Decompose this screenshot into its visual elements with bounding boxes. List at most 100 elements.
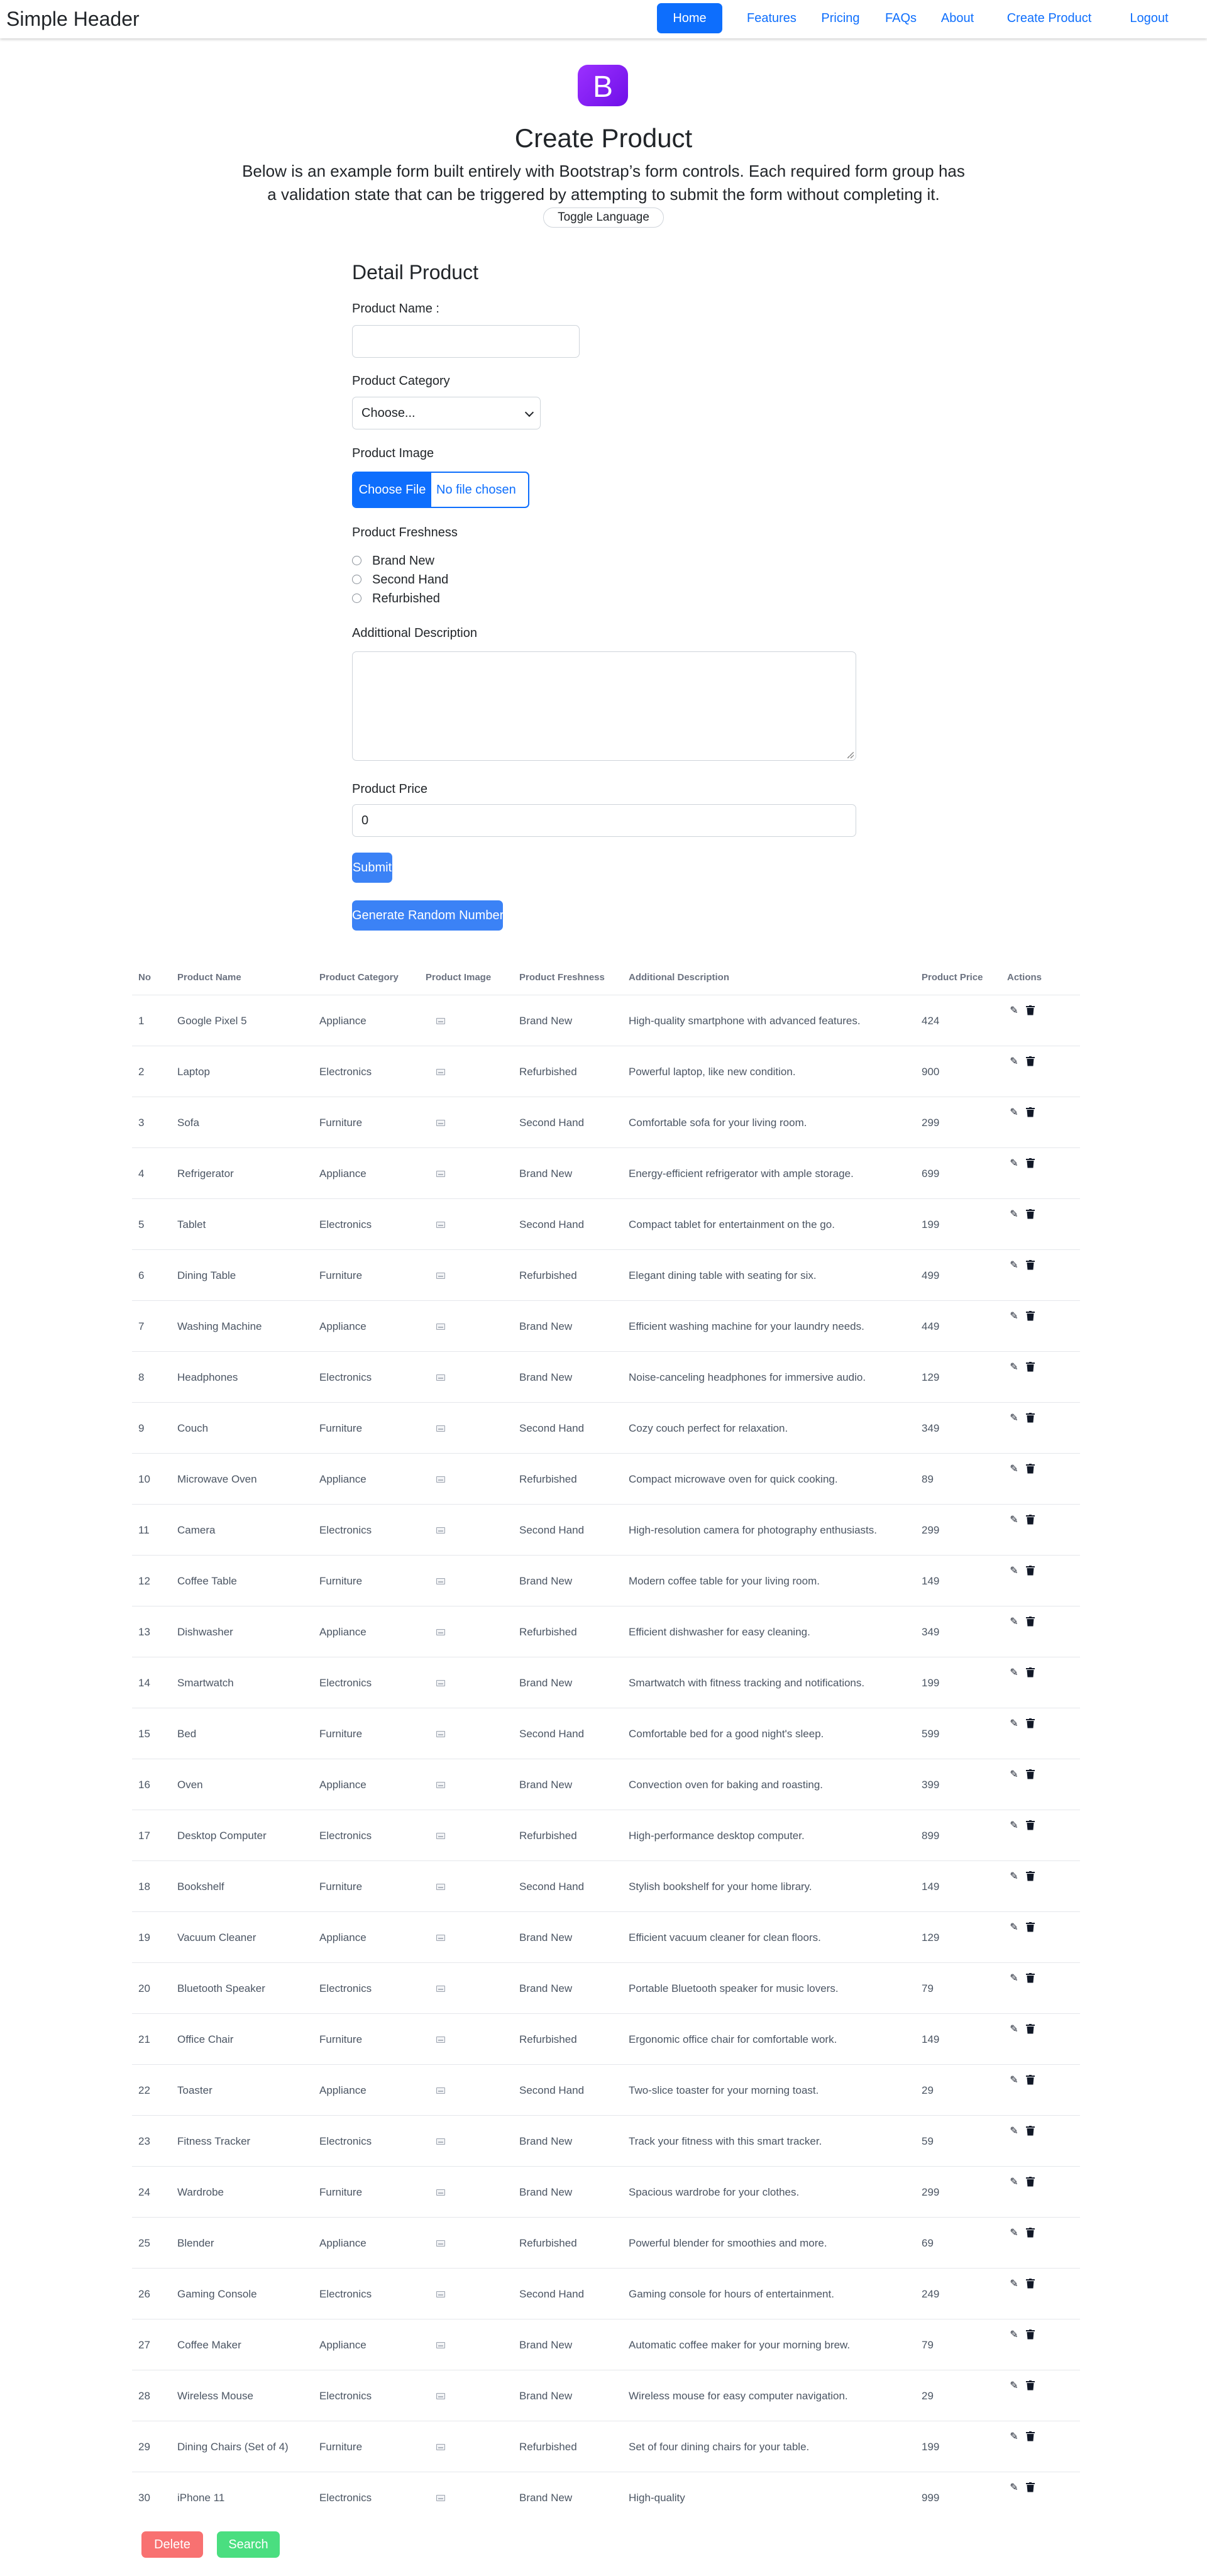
product-name-input[interactable] <box>352 325 580 358</box>
trash-icon[interactable] <box>1025 1158 1036 1169</box>
trash-icon[interactable] <box>1025 2024 1036 2035</box>
trash-icon[interactable] <box>1025 2126 1036 2137</box>
radio-circle[interactable] <box>352 575 361 584</box>
cell-product-name: Camera <box>177 1524 216 1536</box>
trash-icon[interactable] <box>1025 2431 1036 2443</box>
cell-product-price: 349 <box>922 1626 940 1638</box>
trash-icon[interactable] <box>1025 1311 1036 1322</box>
pencil-icon[interactable]: ✎ <box>1008 1260 1020 1271</box>
radio-circle[interactable] <box>352 594 361 603</box>
trash-icon[interactable] <box>1025 1107 1036 1119</box>
trash-icon[interactable] <box>1025 2279 1036 2290</box>
pencil-icon[interactable]: ✎ <box>1008 1566 1020 1577</box>
trash-icon[interactable] <box>1025 1820 1036 1832</box>
pencil-icon[interactable]: ✎ <box>1008 1107 1020 1119</box>
brand-title[interactable]: Simple Header <box>6 8 140 31</box>
pencil-icon[interactable]: ✎ <box>1008 1005 1020 1017</box>
nav-faqs[interactable]: FAQs <box>885 3 917 33</box>
cell-product-price: 699 <box>922 1168 940 1180</box>
pencil-icon[interactable]: ✎ <box>1008 2177 1020 2188</box>
pencil-icon[interactable]: ✎ <box>1008 2075 1020 2086</box>
pencil-icon[interactable]: ✎ <box>1008 1718 1020 1730</box>
nav-home[interactable]: Home <box>657 3 722 33</box>
pencil-icon[interactable]: ✎ <box>1008 2330 1020 2341</box>
trash-icon[interactable] <box>1025 1718 1036 1730</box>
pencil-icon[interactable]: ✎ <box>1008 2126 1020 2137</box>
nav-pricing[interactable]: Pricing <box>820 3 861 33</box>
cell-product-name: Dishwasher <box>177 1626 233 1638</box>
table-row: 20 Bluetooth Speaker Electronics Brand New P… <box>132 1962 1080 2013</box>
pencil-icon[interactable]: ✎ <box>1008 1667 1020 1679</box>
image-placeholder-icon <box>436 1731 445 1737</box>
pencil-icon[interactable]: ✎ <box>1008 1871 1020 1882</box>
pencil-icon[interactable]: ✎ <box>1008 1973 1020 1984</box>
cell-product-freshness: Brand New <box>519 2135 573 2147</box>
trash-icon[interactable] <box>1025 1260 1036 1271</box>
pencil-icon[interactable]: ✎ <box>1008 1464 1020 1475</box>
trash-icon[interactable] <box>1025 1362 1036 1373</box>
product-price-input[interactable]: 0 <box>352 804 856 837</box>
pencil-icon[interactable]: ✎ <box>1008 1922 1020 1933</box>
trash-icon[interactable] <box>1025 2075 1036 2086</box>
submit-button[interactable]: Submit <box>352 853 392 883</box>
choose-file-button[interactable]: Choose File <box>353 473 431 507</box>
pencil-icon[interactable]: ✎ <box>1008 1362 1020 1373</box>
cell-product-category: Electronics <box>319 1066 372 1078</box>
pencil-icon[interactable]: ✎ <box>1008 2431 1020 2443</box>
image-placeholder-icon <box>436 1578 445 1584</box>
product-category-select[interactable]: Choose... <box>352 397 541 429</box>
trash-icon[interactable] <box>1025 1413 1036 1424</box>
description-textarea[interactable] <box>352 651 856 761</box>
radio-circle[interactable] <box>352 556 361 565</box>
trash-icon[interactable] <box>1025 2380 1036 2392</box>
pencil-icon[interactable]: ✎ <box>1008 2279 1020 2290</box>
cell-product-category: Furniture <box>319 2441 363 2453</box>
trash-icon[interactable] <box>1025 1871 1036 1882</box>
cell-product-freshness: Brand New <box>519 1779 573 1791</box>
trash-icon[interactable] <box>1025 1566 1036 1577</box>
pencil-icon[interactable]: ✎ <box>1008 1413 1020 1424</box>
trash-icon[interactable] <box>1025 1922 1036 1933</box>
pencil-icon[interactable]: ✎ <box>1008 1056 1020 1068</box>
trash-icon[interactable] <box>1025 1005 1036 1017</box>
trash-icon[interactable] <box>1025 1515 1036 1526</box>
pencil-icon[interactable]: ✎ <box>1008 1769 1020 1781</box>
toggle-language-button[interactable]: Toggle Language <box>543 207 664 228</box>
pencil-icon[interactable]: ✎ <box>1008 1617 1020 1628</box>
resize-handle-icon[interactable] <box>847 752 854 758</box>
generate-random-number-button[interactable]: Generate Random Number <box>352 900 504 931</box>
pencil-icon[interactable]: ✎ <box>1008 1311 1020 1322</box>
search-button[interactable]: Search <box>217 2531 280 2558</box>
pencil-icon[interactable]: ✎ <box>1008 1209 1020 1220</box>
pencil-icon[interactable]: ✎ <box>1008 2228 1020 2239</box>
pencil-icon[interactable]: ✎ <box>1008 1158 1020 1169</box>
trash-icon[interactable] <box>1025 2330 1036 2341</box>
trash-icon[interactable] <box>1025 2482 1036 2494</box>
trash-icon[interactable] <box>1025 2228 1036 2239</box>
trash-icon[interactable] <box>1025 1769 1036 1781</box>
cell-no: 13 <box>138 1626 150 1638</box>
cell-product-freshness: Refurbished <box>519 1269 577 1281</box>
pencil-icon[interactable]: ✎ <box>1008 2482 1020 2494</box>
nav-features[interactable]: Features <box>747 3 796 33</box>
cell-no: 12 <box>138 1575 150 1587</box>
cell-product-freshness: Refurbished <box>519 2441 577 2453</box>
trash-icon[interactable] <box>1025 1056 1036 1068</box>
trash-icon[interactable] <box>1025 1464 1036 1475</box>
trash-icon[interactable] <box>1025 1667 1036 1679</box>
trash-icon[interactable] <box>1025 1209 1036 1220</box>
trash-icon[interactable] <box>1025 2177 1036 2188</box>
nav-about[interactable]: About <box>939 3 976 33</box>
cell-no: 10 <box>138 1473 150 1485</box>
trash-icon[interactable] <box>1025 1973 1036 1984</box>
trash-icon[interactable] <box>1025 1617 1036 1628</box>
pencil-icon[interactable]: ✎ <box>1008 1515 1020 1526</box>
nav-logout[interactable]: Logout <box>1128 3 1171 33</box>
pencil-icon[interactable]: ✎ <box>1008 1820 1020 1832</box>
nav-create-product[interactable]: Create Product <box>1006 3 1093 33</box>
delete-button[interactable]: Delete <box>141 2531 203 2558</box>
pencil-icon[interactable]: ✎ <box>1008 2380 1020 2392</box>
product-image-file-input[interactable]: Choose File No file chosen <box>352 472 529 508</box>
pencil-icon[interactable]: ✎ <box>1008 2024 1020 2035</box>
cell-product-freshness: Second Hand <box>519 1728 585 1740</box>
